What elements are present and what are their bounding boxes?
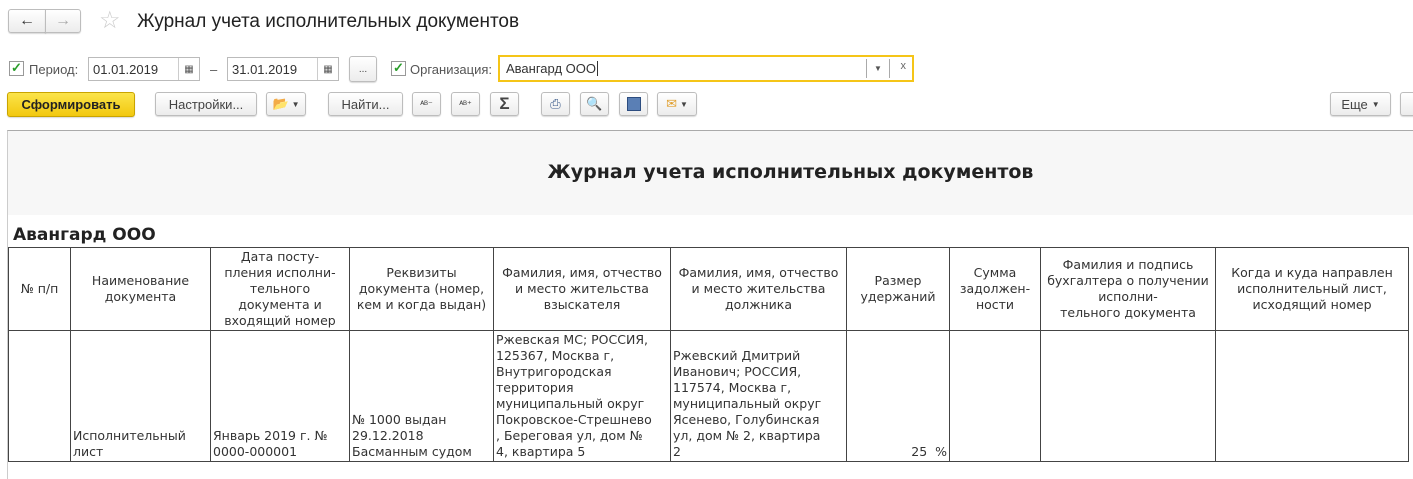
- period-label: Период:: [29, 62, 79, 77]
- folder-icon: 📂: [272, 96, 289, 111]
- calendar-icon[interactable]: ▦: [178, 58, 199, 80]
- report-title: Журнал учета исполнительных документов: [547, 161, 1034, 183]
- more-label: Еще: [1341, 96, 1368, 112]
- collapse-icon: ᴬᴮ⁻: [420, 98, 433, 109]
- preview-button[interactable]: 🔍: [580, 92, 609, 116]
- find-button[interactable]: Найти...: [328, 92, 403, 116]
- select-period-button[interactable]: ...: [349, 56, 377, 82]
- organization-checkbox[interactable]: ✓: [391, 61, 406, 76]
- expand-icon: ᴬᴮ⁺: [459, 98, 472, 109]
- more-button[interactable]: Еще ▼: [1330, 92, 1391, 116]
- send-email-button[interactable]: ✉ ▼: [657, 92, 697, 116]
- table-cell[interactable]: [1040, 330, 1216, 462]
- forward-button[interactable]: →: [45, 9, 81, 33]
- clear-icon[interactable]: x: [901, 60, 907, 72]
- save-button[interactable]: [619, 92, 648, 116]
- header-cell: № п/п: [8, 247, 71, 331]
- header-cell: Наименование документа: [70, 247, 211, 331]
- header-cell: Когда и куда направлен исполнительный ли…: [1215, 247, 1409, 331]
- preview-icon: 🔍: [586, 96, 603, 111]
- header-cell: Фамилия, имя, отчество и место жительств…: [493, 247, 671, 331]
- report-area[interactable]: Журнал учета исполнительных документов А…: [7, 130, 1413, 479]
- table-cell[interactable]: Ржевский Дмитрий Иванович; РОССИЯ, 11757…: [670, 330, 847, 462]
- printer-icon: ⎙: [550, 96, 561, 111]
- header-cell: Фамилия, имя, отчество и место жительств…: [670, 247, 847, 331]
- header-cell: Сумма задолжен- ности: [949, 247, 1041, 331]
- organization-value: Авангард ООО: [506, 61, 596, 76]
- report-organization: Авангард ООО: [13, 225, 156, 245]
- date-from-value: 01.01.2019: [93, 61, 159, 77]
- generate-button[interactable]: Сформировать: [7, 92, 135, 117]
- collapse-groups-button[interactable]: ᴬᴮ⁻: [412, 92, 441, 116]
- table-cell[interactable]: Январь 2019 г. № 0000-000001: [210, 330, 350, 462]
- floppy-icon: [626, 97, 641, 111]
- date-to-field[interactable]: 31.01.2019 ▦: [227, 57, 339, 81]
- table-header-row: № п/п Наименование документа Дата посту-…: [8, 247, 1409, 331]
- report-table: № п/п Наименование документа Дата посту-…: [8, 247, 1409, 462]
- header-cell: Фамилия и подпись бухгалтера о получении…: [1040, 247, 1216, 331]
- table-cell[interactable]: Ржевская МС; РОССИЯ, 125367, Москва г, В…: [493, 330, 671, 462]
- table-cell[interactable]: Исполнительный лист: [70, 330, 211, 462]
- dropdown-icon[interactable]: ▼: [866, 59, 890, 78]
- print-button[interactable]: ⎙: [541, 92, 570, 116]
- table-row: Исполнительный лист Январь 2019 г. № 000…: [8, 330, 1409, 462]
- header-cell: Размер удержаний: [846, 247, 950, 331]
- settings-button[interactable]: Настройки...: [155, 92, 257, 116]
- expand-groups-button[interactable]: ᴬᴮ⁺: [451, 92, 480, 116]
- table-cell[interactable]: [1215, 330, 1409, 462]
- date-from-field[interactable]: 01.01.2019 ▦: [88, 57, 200, 81]
- table-cell[interactable]: 25 %: [846, 330, 950, 462]
- header-cell: Дата посту- пления исполни- тельного док…: [210, 247, 350, 331]
- sigma-icon: Σ: [499, 94, 510, 113]
- table-cell[interactable]: [8, 330, 71, 462]
- sum-button[interactable]: Σ: [490, 92, 519, 116]
- date-to-value: 31.01.2019: [232, 61, 298, 77]
- period-dash: –: [210, 62, 218, 77]
- table-cell[interactable]: [949, 330, 1041, 462]
- envelope-icon: ✉: [666, 96, 677, 111]
- table-cell[interactable]: № 1000 выдан 29.12.2018 Басманным судом: [349, 330, 494, 462]
- back-button[interactable]: ←: [8, 9, 46, 33]
- organization-label: Организация:: [410, 62, 493, 77]
- period-checkbox[interactable]: ✓: [9, 61, 24, 76]
- calendar-icon[interactable]: ▦: [317, 58, 338, 80]
- help-button[interactable]: [1400, 92, 1413, 116]
- variants-button[interactable]: 📂 ▼: [266, 92, 306, 116]
- window-title: Журнал учета исполнительных документов: [137, 11, 520, 32]
- favorite-star-icon[interactable]: ☆: [99, 6, 121, 35]
- header-cell: Реквизиты документа (номер, кем и когда …: [349, 247, 494, 331]
- organization-field[interactable]: Авангард ООО ▼ x: [498, 55, 914, 82]
